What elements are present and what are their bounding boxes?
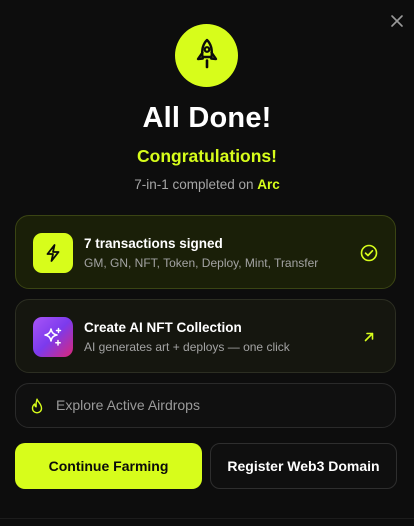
transactions-title: 7 transactions signed [84,236,223,251]
flame-icon [31,398,43,414]
airdrops-label: Explore Active Airdrops [56,397,200,413]
rocket-icon [196,38,217,68]
modal-title: All Done! [142,102,272,134]
transactions-card: 7 transactions signed GM, GN, NFT, Token… [15,215,396,289]
nft-subtitle: AI generates art + deploys — one click [84,340,290,354]
transactions-subtitle: GM, GN, NFT, Token, Deploy, Mint, Transf… [84,256,319,270]
explore-airdrops-link[interactable]: Explore Active Airdrops [15,383,396,428]
divider [0,518,414,519]
transactions-status [359,243,379,263]
completion-modal: All Done! Congratulations! 7-in-1 comple… [0,0,414,526]
continue-farming-button[interactable]: Continue Farming [15,443,202,489]
nft-title: Create AI NFT Collection [84,320,242,335]
sparkles-icon [44,327,62,346]
register-domain-button[interactable]: Register Web3 Domain [210,443,397,489]
close-icon[interactable] [390,14,404,28]
arrow-up-right-icon [364,332,374,342]
create-nft-card[interactable]: Create AI NFT Collection AI generates ar… [15,299,396,373]
status-text: 7-in-1 completed on [134,177,258,192]
nft-icon-tile [33,317,73,357]
lightning-icon [46,244,60,262]
nft-action[interactable] [359,327,379,347]
network-name: Arc [257,177,280,192]
rocket-badge [175,24,238,87]
check-circle-icon [360,244,378,262]
congrats-text: Congratulations! [137,146,277,166]
transactions-icon-tile [33,233,73,273]
completion-status: 7-in-1 completed on Arc [0,177,414,192]
